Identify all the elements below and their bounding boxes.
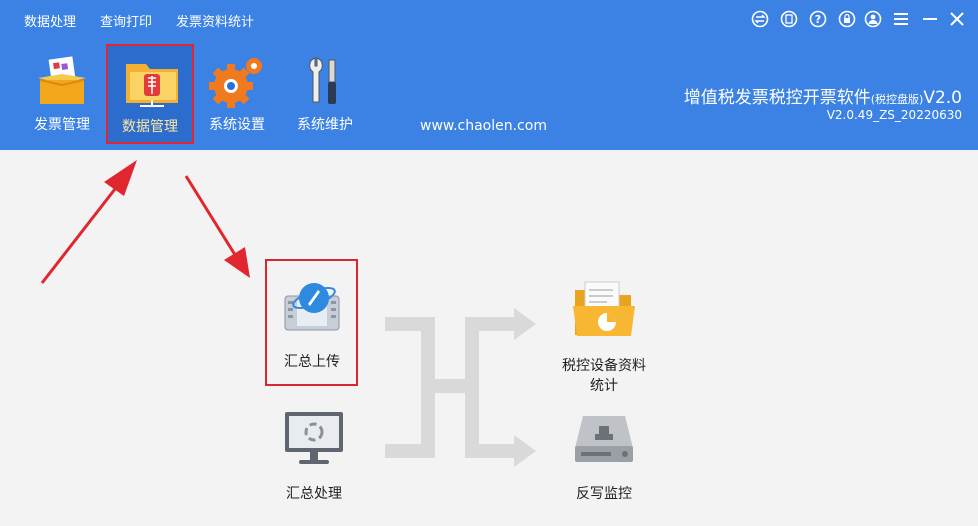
data-folder-icon — [126, 64, 178, 107]
toolbar-data-management[interactable]: 数据管理 — [106, 44, 194, 144]
menu-item-invoice-statistics[interactable]: 发票资料统计 — [176, 11, 254, 30]
toolbar-invoice-management[interactable]: 发票管理 — [18, 44, 106, 144]
toolbar-label: 系统维护 — [297, 117, 353, 133]
summary-upload-label: 汇总上传 — [284, 354, 340, 370]
device-data-stats-label: 税控设备资料 — [562, 358, 646, 374]
hamburger-icon[interactable] — [892, 10, 910, 28]
website-link[interactable]: www.chaolen.com — [420, 118, 547, 134]
toolbar-label: 数据管理 — [122, 119, 178, 135]
tools-icon — [309, 57, 336, 104]
flow-connector — [385, 308, 536, 467]
disk-drive-icon — [575, 416, 633, 462]
toolbar-label: 系统设置 — [209, 117, 265, 133]
close-icon[interactable] — [948, 10, 966, 28]
gear-icon — [209, 58, 262, 108]
swap-icon[interactable] — [751, 10, 769, 28]
minimize-icon[interactable] — [921, 10, 939, 28]
device-data-stats-label-line2: 统计 — [590, 378, 618, 394]
document-icon[interactable] — [780, 10, 798, 28]
menu-item-data-processing[interactable]: 数据处理 — [24, 11, 76, 30]
device-data-stats-button[interactable]: 税控设备资料 统计 — [548, 280, 660, 396]
summary-process-button[interactable]: 汇总处理 — [268, 408, 360, 504]
svg-text:?: ? — [815, 13, 821, 26]
app-version: V2.0.49_ZS_20220630 — [826, 108, 962, 122]
invoice-box-icon — [38, 56, 86, 104]
user-icon[interactable] — [864, 10, 882, 28]
upload-monitor-icon — [284, 283, 340, 331]
write-back-monitor-label: 反写监控 — [576, 486, 632, 502]
header-bar: 数据处理 查询打印 发票资料统计 ? 发票管理 数据管理 系统设置 系统维护 w… — [0, 0, 978, 150]
app-title: 增值税发票税控开票软件(税控盘版)V2.0 — [683, 88, 962, 108]
menu-item-query-print[interactable]: 查询打印 — [100, 11, 152, 30]
stats-folder-icon — [573, 281, 635, 336]
help-icon[interactable]: ? — [809, 10, 827, 28]
process-monitor-icon — [285, 412, 343, 464]
write-back-monitor-button[interactable]: 反写监控 — [554, 412, 654, 504]
toolbar-system-settings[interactable]: 系统设置 — [193, 44, 281, 144]
summary-upload-button[interactable]: 汇总上传 — [268, 272, 356, 372]
lock-icon[interactable] — [838, 10, 856, 28]
summary-process-label: 汇总处理 — [286, 486, 342, 502]
toolbar-label: 发票管理 — [34, 117, 90, 133]
toolbar-system-maintenance[interactable]: 系统维护 — [281, 44, 369, 144]
